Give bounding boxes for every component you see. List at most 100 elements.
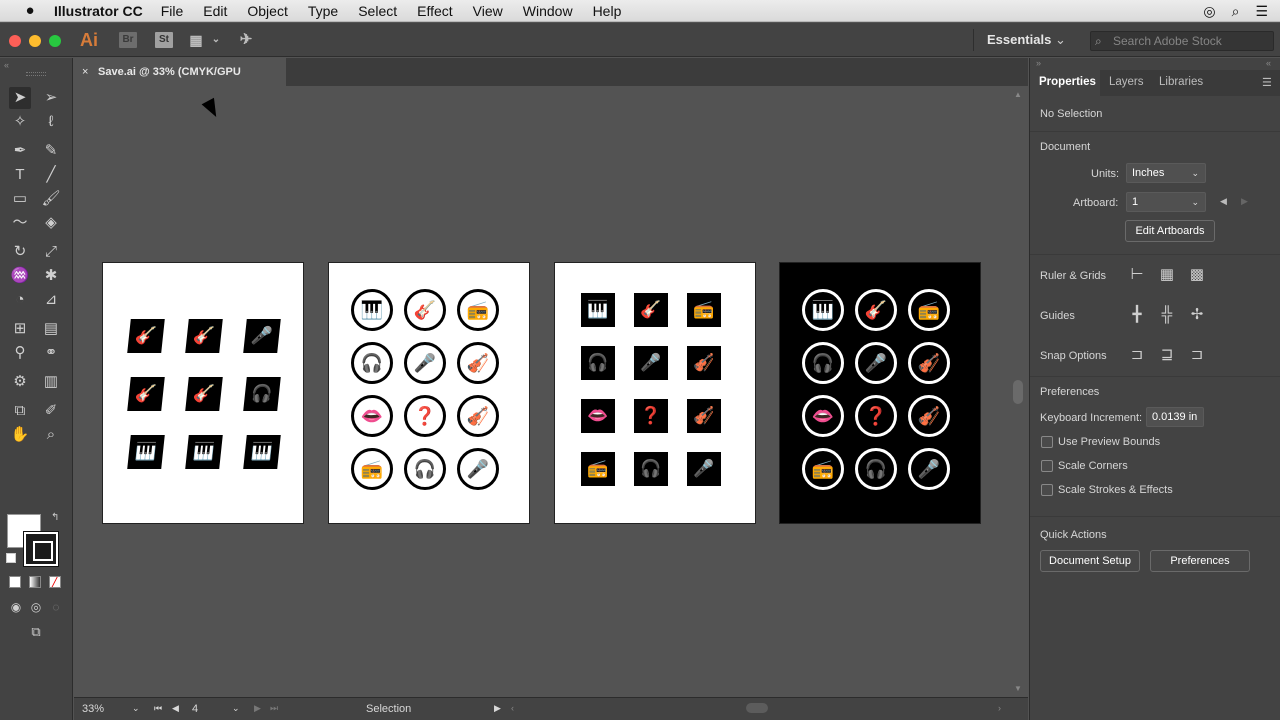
type-tool-icon[interactable]: T [9,164,31,186]
status-menu-icon[interactable]: ▶ [494,703,501,714]
menu-type[interactable]: Type [308,3,338,19]
menu-select[interactable]: Select [358,3,397,19]
grid-icon[interactable]: ▦ [1157,265,1177,285]
scroll-right-icon[interactable]: › [998,703,1001,713]
scroll-up-icon[interactable]: ▲ [1014,90,1022,99]
music-icon[interactable]: 🎧 [243,377,281,411]
collapse-panel-icon[interactable]: « [1266,58,1271,68]
artboard-2[interactable]: 🎹 🎸 📻 🎧 🎤 🎻 👄 ❓ 🎻 📻 🎧 🎤 [328,262,530,524]
panel-grip[interactable] [26,72,46,76]
default-fill-stroke-icon[interactable] [6,553,16,563]
smart-guides-icon[interactable]: ✢ [1187,305,1207,325]
creative-cloud-icon[interactable]: ◎ [1203,3,1215,20]
scale-strokes-effects-checkbox[interactable] [1041,484,1053,496]
music-icon[interactable]: 🎸 [855,289,897,331]
pen-tool-icon[interactable]: ✒ [9,140,31,162]
scale-tool-icon[interactable]: ⤢ [40,241,62,263]
slice-tool-icon[interactable]: ✐ [40,400,62,422]
previous-artboard-icon[interactable]: ◀ [1220,196,1227,207]
chevron-down-icon[interactable]: ⌄ [232,703,240,714]
music-icon[interactable]: ❓ [634,399,668,433]
snap-to-pixel-icon[interactable]: ⊐ [1187,345,1207,365]
scroll-down-icon[interactable]: ▼ [1014,684,1022,693]
lasso-tool-icon[interactable]: ℓ [40,111,62,133]
zoom-level[interactable]: 33% [82,703,104,715]
magic-wand-tool-icon[interactable]: ✧ [9,111,31,133]
shaper-tool-icon[interactable]: 〜 [9,212,31,234]
menu-file[interactable]: File [161,3,184,19]
menu-help[interactable]: Help [593,3,622,19]
menu-edit[interactable]: Edit [203,3,227,19]
music-icon[interactable]: 🎹 [185,435,223,469]
gradient-mode-icon[interactable] [29,576,41,588]
music-icon[interactable]: 🎤 [404,342,446,384]
music-icon[interactable]: 🎧 [351,342,393,384]
music-icon[interactable]: 🎻 [687,346,721,380]
artboard-dropdown[interactable]: 1 ⌄ [1126,192,1206,212]
music-icon[interactable]: 👄 [802,395,844,437]
close-tab-icon[interactable]: × [82,58,88,86]
snap-to-point-icon[interactable]: ⊐ [1127,345,1147,365]
draw-inside-icon[interactable]: ◌ [45,596,67,618]
perspective-grid-tool-icon[interactable]: ⊿ [40,289,62,311]
lock-guides-icon[interactable]: ╬ [1157,305,1177,325]
music-icon[interactable]: 👄 [581,399,615,433]
document-tab[interactable]: × Save.ai @ 33% (CMYK/GPU Preview) [74,58,286,106]
canvas[interactable]: 🎸 🎸 🎤 🎸 🎸 🎧 🎹 🎹 🎹 🎹 🎸 📻 🎧 🎤 🎻 👄 ❓ 🎻 📻 🎧 🎤 🎹 🎸 📻 🎧 🎤 🎻 👄 ❓ 🎻 📻 🎧 🎤 🎹 🎸 📻 🎧… [74,86,1010,697]
rectangle-tool-icon[interactable]: ▭ [9,188,31,210]
music-icon[interactable]: 🎸 [185,377,223,411]
document-setup-button[interactable]: Document Setup [1040,550,1140,572]
draw-behind-icon[interactable]: ◎ [25,596,47,618]
close-window-button[interactable] [9,35,21,47]
artboard-number[interactable]: 4 [192,703,198,715]
color-mode-icon[interactable] [9,576,21,588]
scale-corners-checkbox[interactable] [1041,460,1053,472]
vertical-scroll-thumb[interactable] [1013,380,1023,404]
expand-panel-icon[interactable]: » [1036,58,1041,68]
menu-effect[interactable]: Effect [417,3,453,19]
spotlight-search-icon[interactable]: ⌕ [1232,3,1240,20]
stroke-swatch[interactable] [23,531,59,567]
music-icon[interactable]: 📻 [687,293,721,327]
eyedropper-tool-icon[interactable]: ⚲ [9,342,31,364]
music-icon[interactable]: 🎤 [243,319,281,353]
music-icon[interactable]: 🎧 [802,342,844,384]
vertical-scrollbar[interactable]: ▲ ▼ [1010,86,1028,697]
music-icon[interactable]: 👄 [351,395,393,437]
transparency-grid-icon[interactable]: ▩ [1187,265,1207,285]
selection-tool-icon[interactable]: ➤ [9,87,31,109]
music-icon[interactable]: 📻 [908,289,950,331]
artboard-3[interactable]: 🎹 🎸 📻 🎧 🎤 🎻 👄 ❓ 🎻 📻 🎧 🎤 [554,262,756,524]
music-icon[interactable]: 📻 [351,448,393,490]
rulers-icon[interactable]: ⊢ [1127,265,1147,285]
chevron-down-icon[interactable]: ⌄ [132,703,140,714]
collapse-panel-icon[interactable]: « [4,60,9,70]
adobe-stock-search[interactable]: ⌕ Search Adobe Stock [1090,31,1274,51]
artboard-1[interactable]: 🎸 🎸 🎤 🎸 🎸 🎧 🎹 🎹 🎹 [102,262,304,524]
music-icon[interactable]: 🎤 [908,448,950,490]
minimize-window-button[interactable] [29,35,41,47]
music-icon[interactable]: 🎤 [855,342,897,384]
music-icon[interactable]: 🎻 [457,342,499,384]
workspace-switcher[interactable]: Essentials ⌄ [987,32,1066,48]
music-icon[interactable]: 🎸 [185,319,223,353]
menu-object[interactable]: Object [247,3,287,19]
artboard-tool-icon[interactable]: ⧉ [9,400,31,422]
music-icon[interactable]: 🎹 [351,289,393,331]
puppet-warp-tool-icon[interactable]: ✱ [40,265,62,287]
bridge-icon[interactable]: Br [119,32,137,48]
show-guides-icon[interactable]: ╋ [1127,305,1147,325]
hand-tool-icon[interactable]: ✋ [9,424,31,446]
music-icon[interactable]: 🎧 [855,448,897,490]
first-artboard-icon[interactable]: ⏮ [154,703,162,714]
tab-libraries[interactable]: Libraries [1159,76,1203,88]
gradient-tool-icon[interactable]: ▤ [40,318,62,340]
tab-properties[interactable]: Properties [1039,76,1096,88]
music-icon[interactable]: 🎻 [908,395,950,437]
snap-to-grid-icon[interactable]: ⊒ [1157,345,1177,365]
previous-artboard-icon[interactable]: ◀ [172,703,179,714]
paintbrush-tool-icon[interactable]: 🖌 [40,188,62,210]
warp-tool-icon[interactable]: ♒ [9,265,31,287]
music-icon[interactable]: ❓ [404,395,446,437]
menu-window[interactable]: Window [523,3,573,19]
